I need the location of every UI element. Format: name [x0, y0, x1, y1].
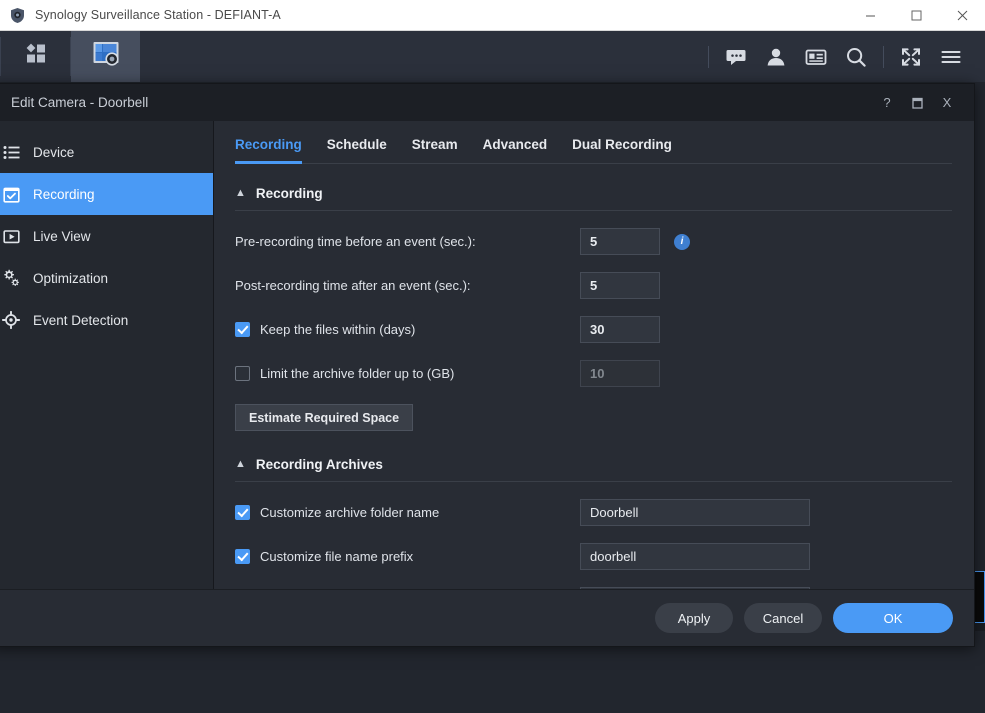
sidebar-item-label: Recording — [33, 186, 95, 202]
estimate-required-space-button[interactable]: Estimate Required Space — [235, 404, 414, 431]
section-recording-header[interactable]: ▲ Recording — [235, 186, 952, 211]
sidebar-item-label: Device — [33, 144, 75, 160]
sidebar-item-device[interactable]: Device — [0, 131, 213, 173]
play-box-icon — [1, 228, 21, 245]
info-icon[interactable]: i — [674, 233, 690, 250]
sidebar-item-label: Event Detection — [33, 312, 129, 328]
tab-dual-recording[interactable]: Dual Recording — [572, 137, 672, 164]
keep-files-row: Keep the files within (days) — [235, 316, 952, 343]
dialog-title: Edit Camera - Doorbell — [11, 95, 149, 110]
dialog-close-button[interactable]: X — [932, 84, 962, 121]
customize-file-prefix-checkbox[interactable] — [235, 549, 250, 564]
section-title: Recording Archives — [255, 457, 383, 472]
chevron-up-icon: ▲ — [235, 187, 246, 199]
keep-files-checkbox[interactable] — [235, 322, 250, 337]
pre-recording-label: Pre-recording time before an event (sec.… — [235, 234, 476, 249]
dialog-body: Device Recording Live View Optimization … — [0, 121, 974, 589]
keep-files-input[interactable] — [580, 316, 660, 343]
edit-camera-dialog: Edit Camera - Doorbell ? X Device Record… — [0, 83, 975, 647]
estimate-row: Estimate Required Space — [235, 404, 952, 431]
window-title: Synology Surveillance Station - DEFIANT-… — [35, 8, 281, 22]
gears-icon — [1, 269, 21, 287]
card-icon[interactable] — [796, 31, 836, 82]
apply-button[interactable]: Apply — [655, 603, 733, 633]
post-recording-label: Post-recording time after an event (sec.… — [235, 278, 471, 293]
tab-stream[interactable]: Stream — [412, 137, 458, 164]
post-recording-input[interactable] — [580, 272, 660, 299]
customize-archive-folder-checkbox[interactable] — [235, 505, 250, 520]
tray-divider-right — [883, 45, 884, 68]
surveillance-station-tab[interactable] — [71, 31, 140, 82]
section-archives-header[interactable]: ▲ Recording Archives — [235, 457, 952, 482]
limit-archive-input[interactable] — [580, 360, 660, 387]
customize-file-prefix-label: Customize file name prefix — [260, 549, 414, 564]
close-button[interactable] — [939, 0, 985, 31]
recording-storage-select[interactable]: surveillance (Volume 1) — [580, 587, 810, 589]
customize-archive-folder-label: Customize archive folder name — [260, 505, 440, 520]
cancel-button[interactable]: Cancel — [744, 603, 822, 633]
section-title: Recording — [255, 186, 323, 201]
app-toolbar — [0, 31, 985, 82]
tray-divider-left — [708, 45, 709, 68]
archive-folder-name-input[interactable] — [580, 499, 810, 526]
dialog-header: Edit Camera - Doorbell ? X — [0, 84, 974, 121]
help-button[interactable]: ? — [872, 84, 902, 121]
content-tabs: Recording Schedule Stream Advanced Dual … — [235, 121, 952, 164]
file-name-prefix-input[interactable] — [580, 543, 810, 570]
maximize-button[interactable] — [893, 0, 939, 31]
synology-shield-icon — [9, 7, 26, 24]
file-prefix-row: Customize file name prefix — [235, 543, 952, 570]
limit-archive-row: Limit the archive folder up to (GB) — [235, 360, 952, 387]
main-menu-tab[interactable] — [1, 31, 70, 82]
pre-recording-row: Pre-recording time before an event (sec.… — [235, 228, 952, 255]
dialog-footer: Apply Cancel OK — [0, 589, 974, 646]
window-title-bar: Synology Surveillance Station - DEFIANT-… — [0, 0, 985, 31]
limit-archive-checkbox[interactable] — [235, 366, 250, 381]
dialog-header-buttons: ? X — [872, 84, 974, 121]
dialog-content: Recording Schedule Stream Advanced Dual … — [214, 121, 974, 589]
window-controls — [847, 0, 985, 30]
archive-folder-row: Customize archive folder name — [235, 499, 952, 526]
sidebar-item-optimization[interactable]: Optimization — [0, 257, 213, 299]
toolbar-tray — [701, 31, 985, 82]
app-grid-icon — [23, 41, 49, 72]
expand-icon[interactable] — [891, 31, 931, 82]
ok-button[interactable]: OK — [833, 603, 953, 633]
sidebar-item-live-view[interactable]: Live View — [0, 215, 213, 257]
pre-recording-input[interactable] — [580, 228, 660, 255]
hamburger-icon[interactable] — [931, 31, 971, 82]
list-icon — [1, 144, 21, 161]
chevron-up-icon: ▲ — [235, 458, 246, 470]
tab-schedule[interactable]: Schedule — [327, 137, 387, 164]
surveillance-window-icon — [91, 39, 121, 74]
tab-recording[interactable]: Recording — [235, 137, 302, 164]
target-icon — [1, 311, 21, 329]
person-icon[interactable] — [756, 31, 796, 82]
dialog-maximize-button[interactable] — [902, 84, 932, 121]
sidebar-item-label: Optimization — [33, 270, 109, 286]
minimize-button[interactable] — [847, 0, 893, 31]
chat-bubble-icon[interactable] — [716, 31, 756, 82]
tab-advanced[interactable]: Advanced — [483, 137, 548, 164]
sidebar-item-recording[interactable]: Recording — [0, 173, 213, 215]
keep-files-label: Keep the files within (days) — [260, 322, 416, 337]
calendar-check-icon — [1, 186, 21, 203]
dialog-sidebar: Device Recording Live View Optimization … — [0, 121, 214, 589]
sidebar-item-event-detection[interactable]: Event Detection — [0, 299, 213, 341]
search-icon[interactable] — [836, 31, 876, 82]
sidebar-item-label: Live View — [33, 228, 91, 244]
limit-archive-label: Limit the archive folder up to (GB) — [260, 366, 455, 381]
post-recording-row: Post-recording time after an event (sec.… — [235, 272, 952, 299]
